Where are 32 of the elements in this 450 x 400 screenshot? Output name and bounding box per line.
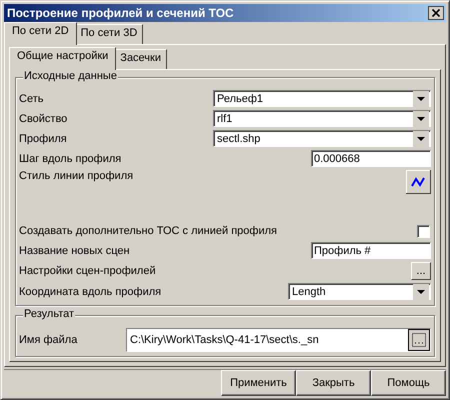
dialog-button[interactable]: Закрыть (296, 370, 371, 396)
field-label: Создавать дополнительно ТОС с линией профиля (19, 225, 277, 237)
field-label: Сеть (19, 92, 44, 104)
field-label: Координата вдоль профиля (19, 286, 162, 298)
dropdown[interactable]: rlf1 (213, 110, 431, 127)
field-label: Стиль линии профиля (19, 170, 134, 182)
file-path-field[interactable]: C:\Kiry\Work\Tasks\Q-41-17\sect\s._sn (126, 328, 431, 352)
line-style-button[interactable] (406, 170, 431, 194)
dialog-button[interactable]: Помощь (371, 370, 446, 396)
browse-button[interactable] (408, 329, 430, 351)
tab[interactable]: Засечки (114, 49, 167, 69)
close-icon[interactable] (428, 6, 444, 20)
field-label: Имя файла (19, 334, 78, 346)
checkbox[interactable] (417, 224, 430, 238)
field-label: Профиля (19, 132, 67, 144)
field-label: Настройки сцен-профилей (19, 265, 156, 277)
window-title: Построение профилей и сечений ТОС (7, 6, 234, 20)
dialog-button[interactable]: Применить (221, 370, 296, 396)
dropdown[interactable]: sectl.shp (213, 130, 431, 147)
ellipsis-button[interactable]: ... (411, 262, 431, 280)
field-label: Свойство (19, 112, 68, 124)
tab[interactable]: Общие настройки (9, 47, 116, 70)
tab[interactable]: По сети 2D (4, 22, 77, 45)
tab[interactable]: По сети 3D (74, 24, 144, 44)
group-title: Результат (23, 308, 76, 320)
group-title: Исходные данные (23, 70, 118, 82)
dropdown[interactable]: Рельеф1 (213, 90, 431, 107)
input-field[interactable]: 0.000668 (311, 150, 431, 167)
input-field[interactable]: Профиль # (311, 242, 431, 259)
field-label: Шаг вдоль профиля (19, 152, 122, 164)
field-label: Название новых сцен (19, 244, 130, 256)
dropdown[interactable]: Length (288, 283, 431, 300)
